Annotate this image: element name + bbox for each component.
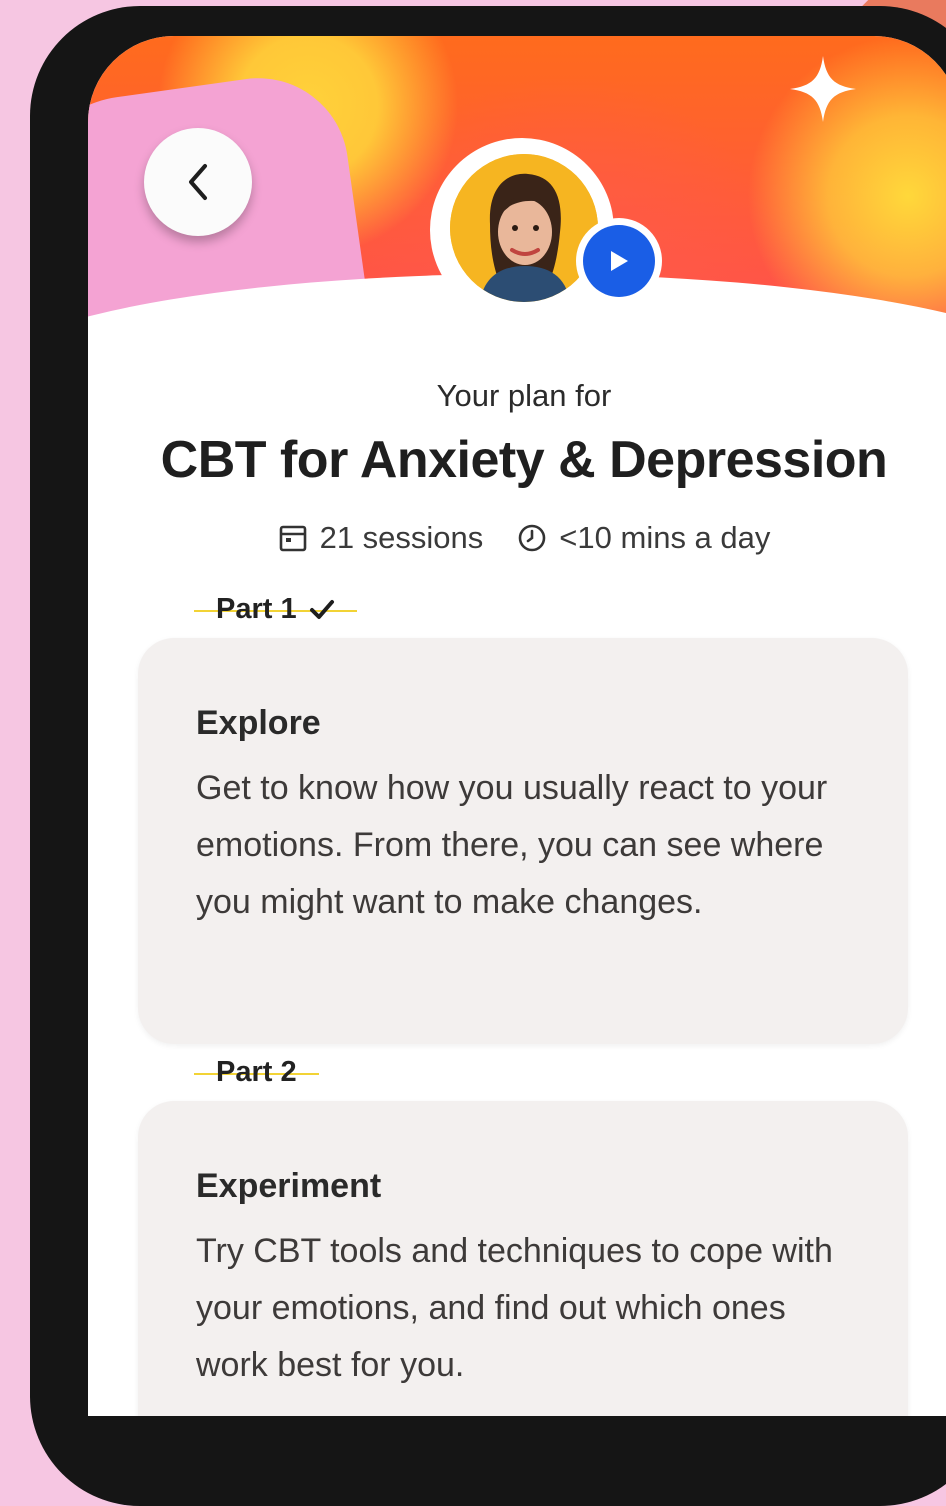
phone-frame: Your plan for CBT for Anxiety & Depressi… xyxy=(30,6,946,1506)
part-1-card-description: Get to know how you usually react to you… xyxy=(196,769,828,921)
part-1-text: Part 1 xyxy=(216,593,297,625)
part-2-label: Part 2 xyxy=(194,1056,319,1089)
part-1-card-title: Explore xyxy=(196,704,321,742)
coach-avatar[interactable] xyxy=(450,154,598,302)
play-icon xyxy=(611,251,628,271)
plan-title: CBT for Anxiety & Depression xyxy=(160,431,888,489)
play-button-circle xyxy=(583,225,655,297)
sessions-count: 21 sessions xyxy=(319,520,484,555)
coach-portrait xyxy=(450,154,598,302)
checkmark-icon xyxy=(309,599,334,619)
plan-meta: 21 sessions <10 mins a day xyxy=(88,520,946,556)
duration-text: <10 mins a day xyxy=(559,520,771,555)
part-2-card[interactable]: Experiment Try CBT tools and techniques … xyxy=(138,1101,908,1416)
duration-info: <10 mins a day xyxy=(517,520,770,556)
chevron-left-icon xyxy=(189,164,207,200)
plan-subtitle: Your plan for xyxy=(436,378,612,413)
play-video-button[interactable] xyxy=(576,218,662,304)
clock-icon xyxy=(518,524,546,552)
sparkle-icon xyxy=(790,56,856,122)
app-screen: Your plan for CBT for Anxiety & Depressi… xyxy=(88,36,946,1416)
part-1-label: Part 1 xyxy=(194,593,357,626)
sessions-info: 21 sessions xyxy=(278,520,484,556)
back-button[interactable] xyxy=(144,128,252,236)
part-2-card-description: Try CBT tools and techniques to cope wit… xyxy=(196,1232,833,1384)
part-2-card-title: Experiment xyxy=(196,1167,382,1205)
calendar-icon xyxy=(279,525,306,552)
part-2-text: Part 2 xyxy=(216,1056,297,1088)
part-1-card[interactable]: Explore Get to know how you usually reac… xyxy=(138,638,908,1044)
